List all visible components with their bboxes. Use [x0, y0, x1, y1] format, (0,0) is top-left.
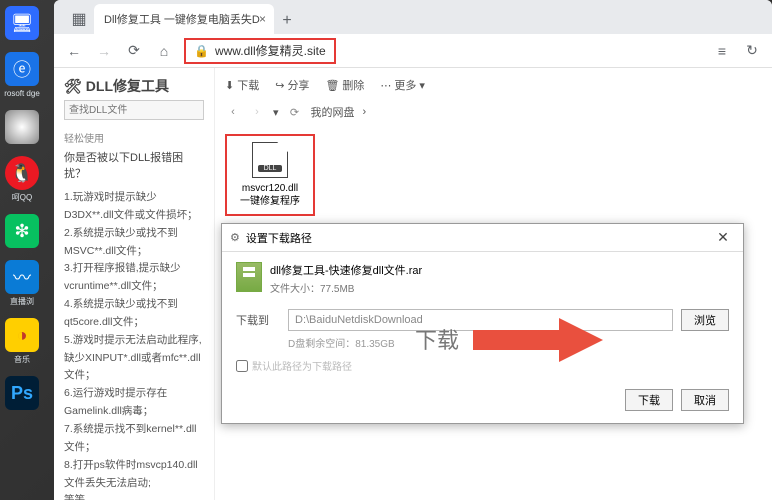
share-icon: ↪ — [275, 79, 284, 92]
download-path-input[interactable] — [288, 309, 673, 331]
download-icon: ⬇ — [225, 79, 234, 92]
dialog-footer: 下载 取消 — [236, 389, 729, 411]
list-item: 8.打开ps软件时msvcp140.dll文件丢失无法启动; — [64, 457, 204, 493]
page-body: 🛠 DLL修复工具 轻松使用 你是否被以下DLL报错困扰？ 1.玩游戏时提示缺少… — [54, 68, 772, 500]
new-tab-button[interactable]: + — [274, 8, 300, 34]
desktop-icon-computer[interactable]: 🖥 — [5, 6, 39, 40]
toolbar-more[interactable]: ⋯更多 ▾ — [380, 77, 425, 93]
desktop-icon-wechat[interactable]: ❇ — [5, 214, 39, 248]
forward-button[interactable]: → — [94, 41, 114, 61]
desktop-icon-qq[interactable]: 🐧 — [5, 156, 39, 190]
panel-title-text: DLL修复工具 — [86, 76, 169, 96]
list-item: 3.打开程序报错,提示缺少vcruntime**.dll文件； — [64, 260, 204, 296]
browser-tab[interactable]: Dll修复工具 一键修复电脑丢失D × — [94, 4, 274, 34]
breadcrumb-label[interactable]: 我的网盘 — [311, 104, 355, 120]
cloud-toolbar: ⬇下载 ↪分享 🗑删除 ⋯更多 ▾ — [225, 74, 762, 96]
browser-tab-title: Dll修复工具 一键修复电脑丢失D — [104, 11, 260, 27]
panel-subheader: 轻松使用 — [64, 130, 204, 145]
browser-addressbar: ← → ⟳ ⌂ 🔒 www.dll修复精灵.site ≡ ↻ — [54, 34, 772, 68]
desktop-icon-soft-label: rosoft dge — [4, 90, 40, 98]
list-item: 1.玩游戏时提示缺少D3DX**.dll文件或文件损坏； — [64, 189, 204, 225]
download-button[interactable]: 下载 — [625, 389, 673, 411]
bc-back[interactable]: ‹ — [225, 106, 241, 118]
dll-search-input[interactable] — [64, 100, 204, 120]
file-name-line1: msvcr120.dll — [231, 182, 309, 195]
close-icon[interactable]: × — [259, 12, 266, 26]
right-panel: ⬇下载 ↪分享 🗑删除 ⋯更多 ▾ ‹ › ▾ ⟳ 我的网盘 › msvcr12… — [214, 68, 772, 500]
rar-icon — [236, 262, 262, 292]
bc-forward[interactable]: › — [249, 106, 265, 118]
refresh-button[interactable]: ⟳ — [124, 41, 144, 61]
toolbar-share[interactable]: ↪分享 — [275, 77, 309, 93]
menu-button[interactable]: ↻ — [742, 41, 762, 61]
desktop-icon-yellow[interactable]: ◑ — [5, 318, 39, 352]
tab-home-icon[interactable]: ▦ — [64, 4, 94, 34]
cancel-button[interactable]: 取消 — [681, 389, 729, 411]
desktop-icon-qq-label: 呵QQ — [12, 194, 32, 202]
desktop-icon-browser[interactable]: 〰 — [5, 260, 39, 294]
remember-checkbox-input[interactable] — [236, 360, 248, 372]
back-button[interactable]: ← — [64, 41, 84, 61]
desktop-icon-music-label: 音乐 — [14, 356, 30, 364]
remember-label: 默认此路径为下载路径 — [252, 358, 352, 373]
url-field[interactable]: 🔒 www.dll修复精灵.site — [184, 38, 336, 64]
dll-problem-list: 1.玩游戏时提示缺少D3DX**.dll文件或文件损坏； 2.系统提示缺少或找不… — [64, 189, 204, 500]
dialog-body: dll修复工具-快速修复dll文件.rar 文件大小：77.5MB 下载到 浏览… — [222, 252, 743, 423]
browser-tabbar: ▦ Dll修复工具 一键修复电脑丢失D × + — [54, 0, 772, 34]
dialog-file-info: dll修复工具-快速修复dll文件.rar 文件大小：77.5MB — [236, 262, 729, 295]
list-item: 4.系统提示缺少或找不到qt5core.dll文件； — [64, 296, 204, 332]
bc-refresh[interactable]: ⟳ — [287, 106, 303, 119]
download-path-row: 下载到 浏览 — [236, 309, 729, 331]
panel-question: 你是否被以下DLL报错困扰？ — [64, 149, 204, 181]
list-item: 等等… — [64, 492, 204, 500]
remember-path-checkbox[interactable]: 默认此路径为下载路径 — [236, 358, 729, 373]
file-name-line2: 一键修复程序 — [231, 195, 309, 208]
dialog-title: 设置下载路径 — [246, 230, 312, 246]
url-text: www.dll修复精灵.site — [215, 42, 326, 59]
desktop-icon-generic[interactable] — [5, 110, 39, 144]
dialog-close-button[interactable]: ✕ — [711, 229, 735, 246]
list-item: 5.游戏时提示无法启动此程序,缺少XINPUT*.dll或者mfc**.dll文… — [64, 332, 204, 386]
browse-button[interactable]: 浏览 — [681, 309, 729, 331]
dll-file-icon — [252, 142, 288, 178]
dialog-file-size: 文件大小：77.5MB — [270, 280, 422, 295]
favorite-button[interactable]: ≡ — [712, 41, 732, 61]
panel-title: 🛠 DLL修复工具 — [64, 76, 204, 96]
dialog-file-name: dll修复工具-快速修复dll文件.rar — [270, 262, 422, 278]
trash-icon: 🗑 — [325, 79, 339, 92]
desktop-icon-photoshop[interactable]: Ps — [5, 376, 39, 410]
list-item: 6.运行游戏时提示存在Gamelink.dll病毒； — [64, 385, 204, 421]
desktop-icon-strip: 🖥 ⓔ rosoft dge 🐧 呵QQ ❇ 〰 直播浏 ◑ 音乐 Ps — [0, 0, 44, 500]
gear-icon: ⚙ — [230, 231, 240, 244]
left-panel: 🛠 DLL修复工具 轻松使用 你是否被以下DLL报错困扰？ 1.玩游戏时提示缺少… — [54, 68, 214, 500]
toolbar-download[interactable]: ⬇下载 — [225, 77, 259, 93]
dialog-titlebar: ⚙ 设置下载路径 ✕ — [222, 224, 743, 252]
list-item: 7.系统提示找不到kernel**.dll文件； — [64, 421, 204, 457]
hammer-icon: 🛠 — [64, 78, 82, 95]
download-path-dialog: ⚙ 设置下载路径 ✕ dll修复工具-快速修复dll文件.rar 文件大小：77… — [221, 223, 744, 424]
free-space-hint: D盘剩余空间：81.35GB — [288, 335, 729, 350]
home-button[interactable]: ⌂ — [154, 41, 174, 61]
list-item: 2.系统提示缺少或找不到MSVC**.dll文件； — [64, 225, 204, 261]
browser-window: ▦ Dll修复工具 一键修复电脑丢失D × + ← → ⟳ ⌂ 🔒 www.dl… — [54, 0, 772, 500]
breadcrumb: ‹ › ▾ ⟳ 我的网盘 › — [225, 102, 762, 122]
desktop-icon-edge[interactable]: ⓔ — [5, 52, 39, 86]
lock-icon: 🔒 — [194, 44, 209, 58]
toolbar-delete[interactable]: 🗑删除 — [325, 77, 364, 93]
path-label: 下载到 — [236, 312, 280, 328]
more-icon: ⋯ — [380, 79, 391, 92]
desktop-icon-browser-label: 直播浏 — [10, 298, 34, 306]
file-card[interactable]: msvcr120.dll 一键修复程序 — [225, 134, 315, 216]
